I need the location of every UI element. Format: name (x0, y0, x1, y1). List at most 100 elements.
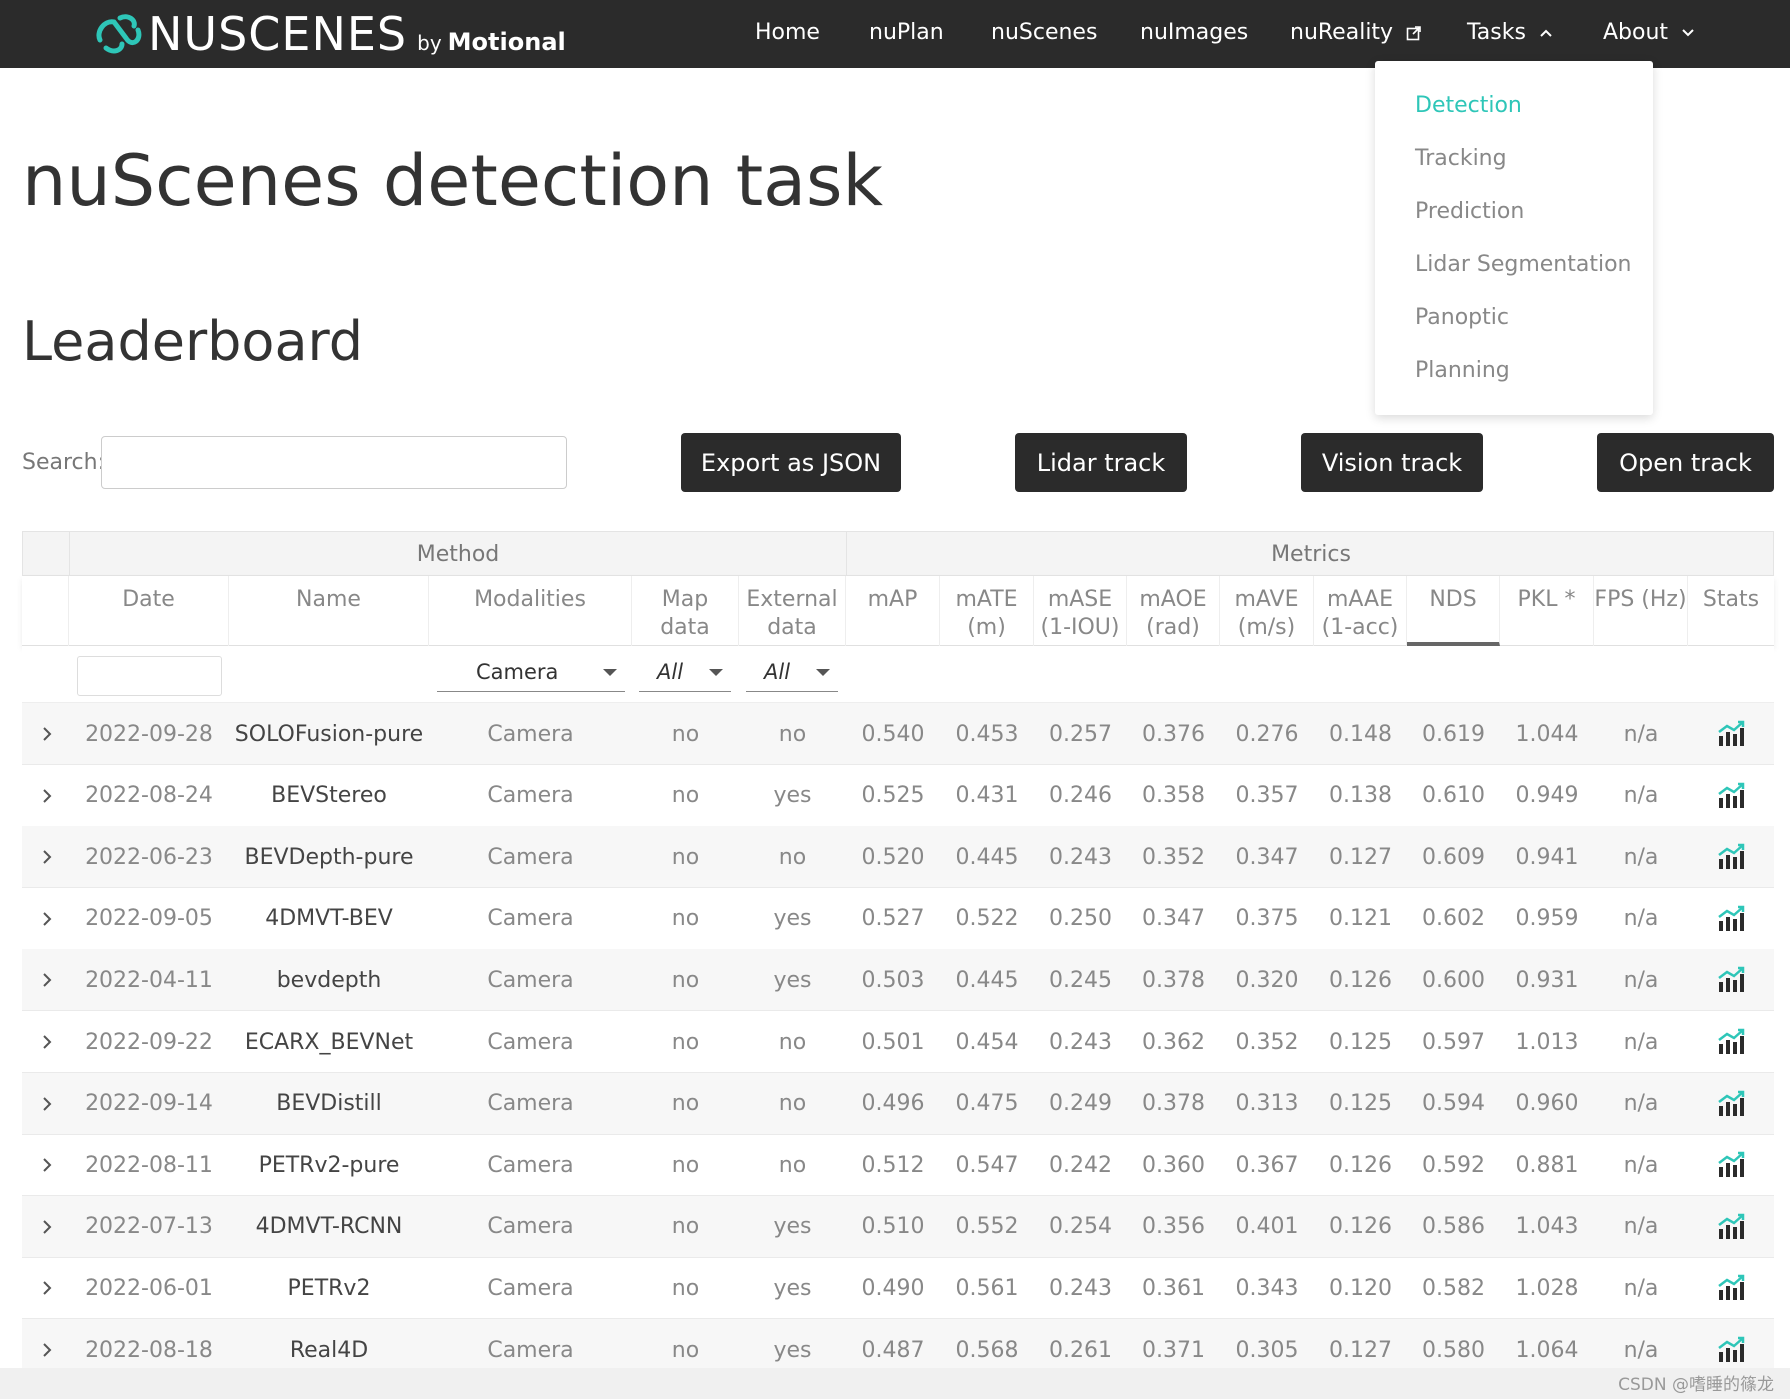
table-row[interactable]: 2022-08-11 PETRv2-pure Camera no no 0.512 0.54… (22, 1134, 1774, 1197)
open-track-button[interactable]: Open track (1597, 433, 1774, 492)
cell-maoe: 0.352 (1142, 844, 1205, 870)
menu-item-lidar-segmentation[interactable]: Lidar Segmentation (1415, 252, 1631, 277)
expand-row-chevron-icon[interactable] (22, 888, 72, 950)
header-external-data-line1: External (746, 587, 838, 612)
menu-item-detection[interactable]: Detection (1415, 93, 1522, 118)
cell-name: PETRv2 (287, 1275, 371, 1301)
stats-chart-icon[interactable] (1688, 1257, 1774, 1319)
vision-track-button[interactable]: Vision track (1301, 433, 1483, 492)
header-stats: Stats (1702, 587, 1760, 612)
header-name[interactable]: Name (229, 576, 429, 646)
date-filter-input[interactable] (77, 656, 222, 696)
nav-nuimages[interactable]: nuImages (1140, 20, 1248, 45)
cell-map: 0.501 (861, 1029, 925, 1055)
stats-chart-icon[interactable] (1688, 765, 1774, 827)
expand-row-chevron-icon[interactable] (22, 703, 72, 765)
nav-nuscenes[interactable]: nuScenes (991, 20, 1097, 45)
stats-chart-icon[interactable] (1688, 1073, 1774, 1135)
cell-name: ECARX_BEVNet (244, 1029, 414, 1055)
table-group-header: Method Metrics (22, 531, 1774, 577)
nav-tasks[interactable]: Tasks (1467, 20, 1553, 45)
cell-map-data: no (671, 1214, 700, 1240)
header-map[interactable]: mAP (846, 576, 940, 646)
table-row[interactable]: 2022-08-24 BEVStereo Camera no yes 0.525 0.431… (22, 765, 1774, 827)
table-row[interactable]: 2022-09-14 BEVDistill Camera no no 0.496 0.475… (22, 1072, 1774, 1135)
lidar-track-button[interactable]: Lidar track (1015, 433, 1187, 492)
cell-maoe: 0.347 (1142, 906, 1205, 932)
table-row[interactable]: 2022-06-23 BEVDepth-pure Camera no no 0.520 0.… (22, 826, 1774, 889)
cell-name: BEVStereo (271, 783, 387, 809)
cell-pkl: 1.013 (1515, 1029, 1579, 1055)
header-maoe[interactable]: mAOE (rad) (1127, 576, 1220, 646)
menu-item-panoptic[interactable]: Panoptic (1415, 305, 1509, 330)
search-input[interactable] (101, 436, 567, 489)
cell-pkl: 0.941 (1515, 844, 1579, 870)
stats-chart-icon[interactable] (1688, 1196, 1774, 1258)
table-row[interactable]: 2022-04-11 bevdepth Camera no yes 0.503 0.445 0… (22, 949, 1774, 1012)
header-mate-line1: mATE (955, 587, 1018, 612)
expand-row-chevron-icon[interactable] (22, 1011, 72, 1073)
menu-item-prediction[interactable]: Prediction (1415, 199, 1524, 224)
cell-date: 2022-06-23 (85, 844, 213, 870)
menu-item-tracking[interactable]: Tracking (1415, 146, 1507, 171)
stats-chart-icon[interactable] (1688, 1134, 1774, 1196)
table-row[interactable]: 2022-07-13 4DMVT-RCNN Camera no yes 0.510 0.55… (22, 1195, 1774, 1258)
cell-modalities: Camera (487, 906, 574, 932)
cell-nds: 0.619 (1422, 721, 1485, 747)
stats-chart-icon[interactable] (1688, 1011, 1774, 1073)
brand[interactable]: NUSCENES by Motional (92, 7, 566, 61)
cell-date: 2022-09-22 (85, 1029, 213, 1055)
cell-mave: 0.276 (1235, 721, 1299, 747)
expand-row-chevron-icon[interactable] (22, 1134, 72, 1196)
cell-nds: 0.600 (1422, 967, 1485, 993)
nav-nureality[interactable]: nuReality (1290, 20, 1422, 45)
external-filter-select[interactable]: All (746, 652, 838, 692)
cell-mave: 0.320 (1235, 967, 1299, 993)
stats-chart-icon[interactable] (1688, 949, 1774, 1011)
nav-about[interactable]: About (1603, 20, 1695, 45)
header-expand (22, 576, 69, 646)
table-row[interactable]: 2022-09-22 ECARX_BEVNet Camera no no 0.501 0.4… (22, 1011, 1774, 1073)
stats-chart-icon[interactable] (1688, 888, 1774, 950)
header-modalities[interactable]: Modalities (429, 576, 632, 646)
header-date[interactable]: Date (69, 576, 229, 646)
cell-external-data: no (778, 721, 807, 747)
header-mase[interactable]: mASE (1-IOU) (1034, 576, 1127, 646)
expand-row-chevron-icon[interactable] (22, 1257, 72, 1319)
menu-item-planning[interactable]: Planning (1415, 358, 1510, 383)
header-mave[interactable]: mAVE (m/s) (1220, 576, 1314, 646)
stats-chart-icon[interactable] (1688, 826, 1774, 888)
table-row[interactable]: 2022-06-01 PETRv2 Camera no yes 0.490 0.561 0.2… (22, 1257, 1774, 1320)
cell-map-data: no (671, 1275, 700, 1301)
nav-home[interactable]: Home (755, 20, 820, 45)
cell-mate: 0.552 (955, 1214, 1019, 1240)
expand-row-chevron-icon[interactable] (22, 1196, 72, 1258)
cell-name: bevdepth (276, 967, 382, 993)
table-row[interactable]: 2022-09-05 4DMVT-BEV Camera no yes 0.527 0.522… (22, 888, 1774, 950)
expand-row-chevron-icon[interactable] (22, 765, 72, 827)
nav-nuplan[interactable]: nuPlan (869, 20, 944, 45)
stats-chart-icon[interactable] (1688, 703, 1774, 765)
search-label: Search: (22, 450, 105, 475)
header-external-data[interactable]: External data (739, 576, 846, 646)
cell-map-data: no (671, 1091, 700, 1117)
cell-fps: n/a (1623, 844, 1659, 870)
group-method: Method (70, 532, 847, 577)
header-mate[interactable]: mATE (m) (940, 576, 1034, 646)
header-maae[interactable]: mAAE (1-acc) (1314, 576, 1407, 646)
cell-map-data: no (671, 783, 700, 809)
cell-date: 2022-04-11 (85, 967, 213, 993)
header-nds[interactable]: NDS (1407, 576, 1500, 646)
modality-filter-select[interactable]: Camera (437, 652, 625, 692)
header-map-data[interactable]: Map data (632, 576, 739, 646)
page-title: nuScenes detection task (22, 140, 884, 222)
export-json-button[interactable]: Export as JSON (681, 433, 901, 492)
table-header: Date Name Modalities Map data External dat… (22, 576, 1774, 646)
header-pkl[interactable]: PKL * (1500, 576, 1594, 646)
map-filter-select[interactable]: All (639, 652, 731, 692)
expand-row-chevron-icon[interactable] (22, 949, 72, 1011)
header-fps[interactable]: FPS (Hz) (1594, 576, 1688, 646)
table-row[interactable]: 2022-09-28 SOLOFusion-pure Camera no no 0.540… (22, 703, 1774, 765)
expand-row-chevron-icon[interactable] (22, 1073, 72, 1135)
expand-row-chevron-icon[interactable] (22, 826, 72, 888)
